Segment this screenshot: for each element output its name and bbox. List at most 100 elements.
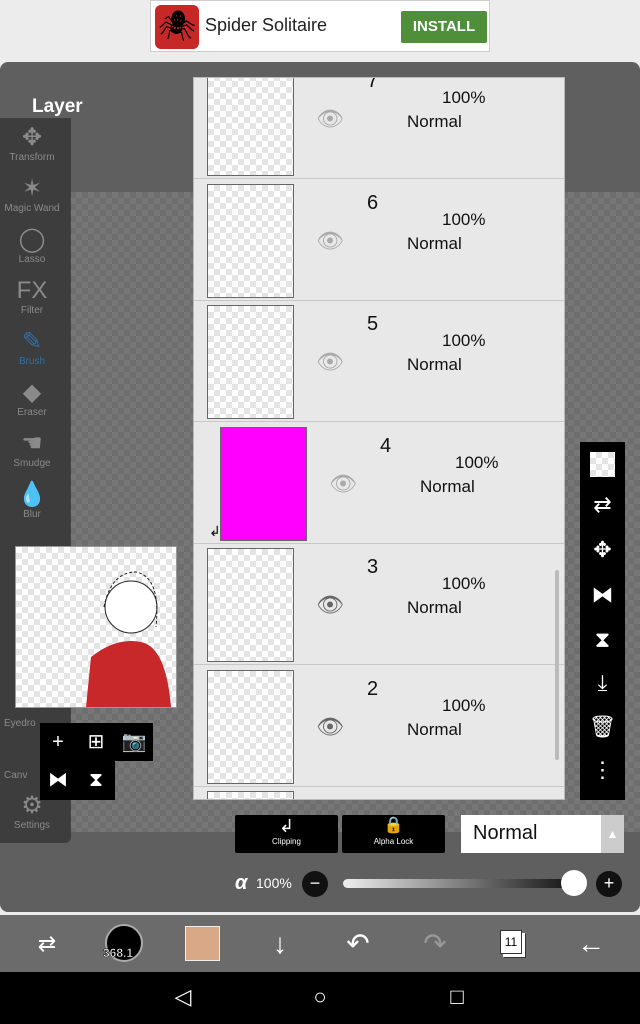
clipping-label: Clipping: [272, 837, 301, 846]
arrow-down-icon[interactable]: ↓: [255, 915, 305, 972]
layer-number: 5: [367, 313, 379, 335]
eye-icon[interactable]: 👁: [316, 349, 344, 375]
back-arrow-icon[interactable]: ←: [566, 915, 616, 972]
tool-eyedro[interactable]: Eyedro: [0, 718, 40, 729]
opacity-decrease-button[interactable]: −: [302, 871, 328, 897]
tool-label: Eyedro: [4, 718, 36, 729]
brush-eraser-swap-icon[interactable]: ⇄: [22, 915, 72, 972]
layer-number: 7: [367, 77, 379, 92]
layer-blend-mode: Normal: [407, 719, 462, 739]
blur-icon: 💧: [17, 481, 47, 508]
layers-button[interactable]: 11: [500, 930, 522, 954]
blend-mode-value: Normal: [473, 822, 538, 844]
layer-row[interactable]: ↲ 4 👁 100% Normal: [194, 423, 564, 544]
layer-list-scrollbar[interactable]: [555, 570, 559, 760]
eye-icon[interactable]: 👁: [316, 714, 344, 740]
tool-eraser[interactable]: ◆ Eraser: [0, 379, 64, 418]
tool-lasso[interactable]: ◯ Lasso: [0, 226, 64, 265]
merge-down-icon[interactable]: ⤓: [580, 670, 625, 696]
tool-label: Filter: [20, 305, 44, 316]
transform-icon: ✥: [21, 124, 43, 151]
trash-icon[interactable]: 🗑: [580, 714, 625, 740]
layer-list[interactable]: 7 👁 100% Normal 6 👁 100% Normal 5 👁 100% Normal ↲ 4 👁 1…: [193, 77, 565, 800]
layer-row[interactable]: 7 👁 100% Normal: [194, 77, 564, 179]
clipping-icon: ↲: [278, 816, 295, 836]
move-icon[interactable]: ✥: [580, 537, 625, 563]
android-nav-bar: ◁ ○ □: [0, 972, 640, 1024]
layer-row[interactable]: [194, 787, 564, 799]
layer-tools: ⇄ ✥ ⧓ ⧗ ⤓ 🗑 ⋮: [580, 442, 625, 800]
back-icon[interactable]: ◁: [163, 984, 203, 1010]
panel-title: Layer: [32, 96, 83, 117]
flip-vertical-icon[interactable]: ⧗: [580, 627, 625, 653]
eye-icon[interactable]: 👁: [329, 471, 357, 497]
opacity-increase-button[interactable]: +: [596, 871, 622, 897]
layer-row[interactable]: 2 👁 100% Normal: [194, 666, 564, 787]
install-button[interactable]: INSTALL: [401, 11, 487, 43]
flip-horizontal-icon[interactable]: ⧓: [40, 761, 76, 799]
opacity-slider-handle[interactable]: [561, 870, 587, 896]
magic-wand-icon: ✶: [21, 175, 43, 202]
opacity-slider[interactable]: [343, 879, 575, 888]
camera-icon[interactable]: 📷: [116, 723, 152, 761]
flip-horizontal-icon[interactable]: ⧓: [580, 582, 625, 608]
tool-smudge[interactable]: ☚ Smudge: [0, 430, 64, 469]
swap-layer-icon[interactable]: ⇄: [580, 492, 625, 518]
more-icon[interactable]: ⋮: [580, 757, 625, 783]
tool-brush[interactable]: ✎ Brush: [0, 328, 64, 367]
clip-indicator-icon: ↲: [209, 522, 221, 539]
layer-row[interactable]: 6 👁 100% Normal: [194, 180, 564, 301]
layer-thumbnail: [220, 426, 307, 541]
brush-size-button[interactable]: 368.1: [103, 924, 143, 962]
layer-number: 6: [367, 191, 379, 214]
layer-number: 2: [367, 677, 379, 700]
layer-row[interactable]: 3 👁 100% Normal: [194, 544, 564, 665]
alpha-lock-button[interactable]: 🔒 Alpha Lock: [342, 815, 445, 853]
lasso-icon: ◯: [18, 226, 46, 253]
tool-canv[interactable]: Canv: [0, 770, 40, 781]
layer-thumbnail: [207, 791, 294, 799]
tool-label: Transform: [9, 152, 55, 163]
layer-opacity: 100%: [455, 452, 499, 472]
eye-icon[interactable]: 👁: [316, 228, 344, 254]
tool-transform[interactable]: ✥ Transform: [0, 124, 64, 163]
copy-layer-icon[interactable]: ⊞: [78, 723, 114, 761]
clipping-button[interactable]: ↲ Clipping: [235, 815, 338, 853]
smudge-icon: ☚: [21, 430, 43, 457]
color-swatch[interactable]: [185, 926, 220, 961]
ad-title: Spider Solitaire: [205, 15, 328, 35]
layer-row[interactable]: 5 👁 100% Normal: [194, 301, 564, 422]
layer-thumbnail: [207, 183, 294, 298]
canvas-preview[interactable]: [15, 546, 177, 708]
flip-vertical-icon[interactable]: ⧗: [78, 761, 114, 799]
recents-icon[interactable]: □: [437, 984, 477, 1010]
tool-label: Eraser: [17, 407, 47, 418]
transparency-icon[interactable]: [590, 452, 615, 477]
tool-label: Canv: [4, 770, 28, 781]
home-icon[interactable]: ○: [300, 984, 340, 1010]
redo-icon[interactable]: ↷: [410, 915, 460, 972]
tool-magic-wand[interactable]: ✶ Magic Wand: [0, 175, 64, 214]
opacity-value: 100%: [256, 875, 292, 891]
undo-icon[interactable]: ↶: [333, 915, 383, 972]
eye-icon[interactable]: 👁: [316, 106, 344, 132]
tool-filter[interactable]: FX Filter: [0, 277, 64, 316]
layer-blend-mode: Normal: [407, 112, 462, 131]
tool-label: Brush: [18, 356, 46, 367]
layer-opacity: 100%: [442, 209, 486, 229]
ad-banner[interactable]: 🕷 Spider Solitaire INSTALL: [150, 0, 490, 52]
layer-number: 3: [367, 556, 379, 578]
layer-thumbnail: [207, 305, 294, 419]
add-layer-icon[interactable]: +: [40, 723, 76, 761]
lock-icon: 🔒: [383, 817, 404, 834]
eraser-icon: ◆: [22, 379, 42, 406]
tool-label: Blur: [23, 509, 41, 520]
layer-blend-mode: Normal: [420, 476, 475, 496]
blend-mode-select[interactable]: Normal ▲: [461, 815, 624, 853]
eye-icon[interactable]: 👁: [316, 592, 344, 618]
brush-size-value: 368.1: [103, 946, 134, 961]
tool-label: Lasso: [18, 254, 46, 265]
layer-actions: + ⊞ 📷: [40, 723, 153, 761]
tool-blur[interactable]: 💧 Blur: [0, 481, 64, 520]
chevron-up-icon: ▲: [601, 815, 624, 853]
